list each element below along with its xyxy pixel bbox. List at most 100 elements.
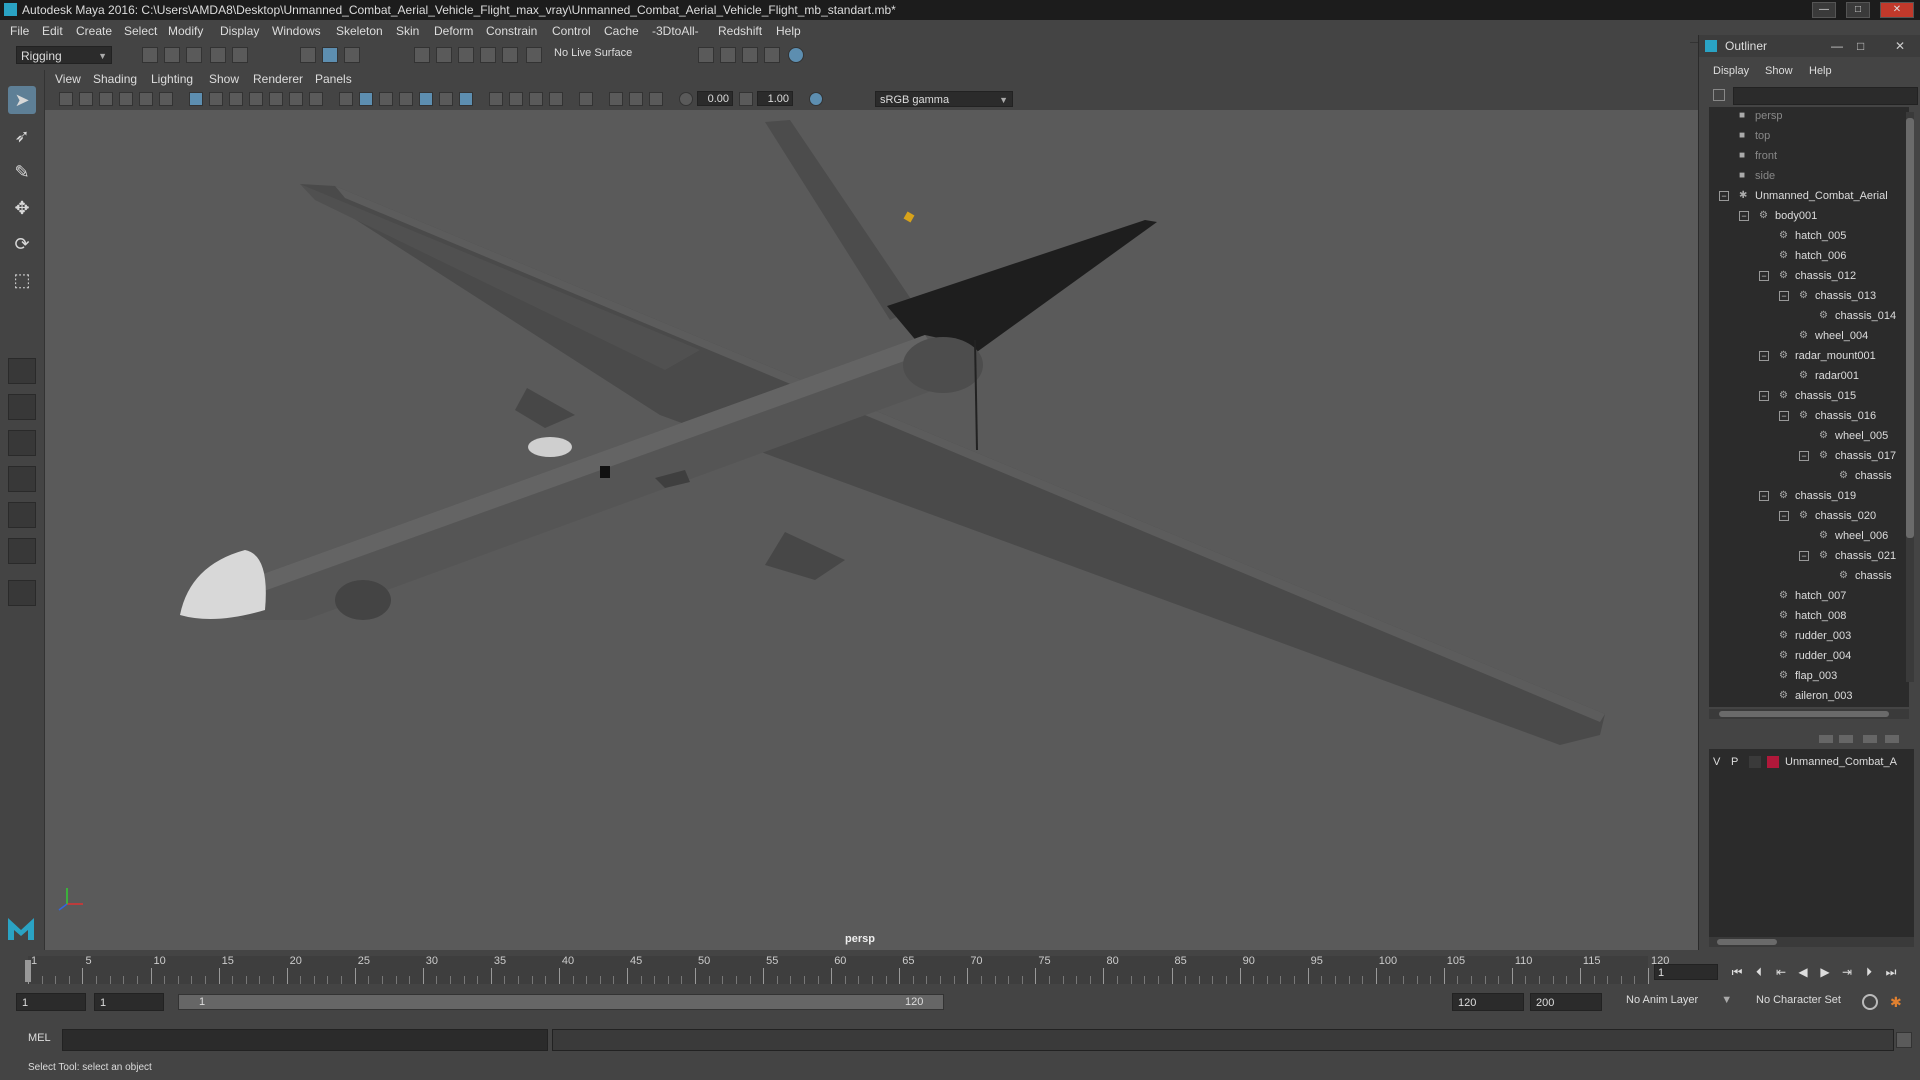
step-forward-key-icon[interactable]: ⇥ [1838, 964, 1856, 980]
menu-cache[interactable]: Cache [604, 24, 639, 38]
outliner-menu-display[interactable]: Display [1713, 65, 1749, 77]
depth-of-field-icon[interactable] [549, 92, 563, 106]
outliner-horizontal-scrollbar[interactable] [1709, 709, 1909, 719]
step-back-frame-icon[interactable]: ⏴ [1750, 964, 1768, 980]
menu-help[interactable]: Help [776, 24, 801, 38]
paint-select-tool[interactable]: ✎ [8, 158, 36, 186]
auto-key-icon[interactable] [1862, 994, 1878, 1010]
collapse-toggle-icon[interactable]: − [1779, 291, 1789, 301]
open-scene-icon[interactable] [164, 47, 180, 63]
exposure-field[interactable]: 0.00 [697, 91, 733, 106]
playback-end-field[interactable]: 120 [1452, 993, 1524, 1011]
xray-components-icon[interactable] [649, 92, 663, 106]
move-tool[interactable]: ✥ [8, 194, 36, 222]
safe-action-icon[interactable] [289, 92, 303, 106]
mel-label[interactable]: MEL [28, 1032, 51, 1044]
image-plane-icon[interactable] [119, 92, 133, 106]
menu-skeleton[interactable]: Skeleton [336, 24, 383, 38]
playback-start-field[interactable]: 1 [94, 993, 164, 1011]
show-manipulator-icon[interactable] [8, 358, 36, 384]
exposure-icon[interactable] [679, 92, 693, 106]
snap-grid-icon[interactable] [414, 47, 430, 63]
outliner-item[interactable]: ⚙ rudder_003 [1709, 627, 1909, 645]
film-gate-icon[interactable] [209, 92, 223, 106]
safe-title-icon[interactable] [309, 92, 323, 106]
view-transform-dropdown[interactable]: sRGB gamma ▼ [875, 91, 1013, 107]
script-editor-icon[interactable] [1896, 1032, 1912, 1048]
collapse-toggle-icon[interactable]: − [1759, 491, 1769, 501]
snap-curve-icon[interactable] [436, 47, 452, 63]
bookmark-icon[interactable] [99, 92, 113, 106]
use-all-lights-icon[interactable] [439, 92, 453, 106]
animation-start-field[interactable]: 1 [16, 993, 86, 1011]
motion-blur-icon[interactable] [509, 92, 523, 106]
camera-select-icon[interactable] [59, 92, 73, 106]
panel-menu-panels[interactable]: Panels [315, 72, 352, 86]
scroll-thumb[interactable] [1719, 711, 1889, 717]
menu-windows[interactable]: Windows [272, 24, 321, 38]
current-frame-field[interactable]: 1 [1654, 964, 1718, 980]
outliner-item[interactable]: ⚙ rudder_004 [1709, 647, 1909, 665]
snap-view-plane-icon[interactable] [480, 47, 496, 63]
shadows-icon[interactable] [459, 92, 473, 106]
select-object-icon[interactable] [322, 47, 338, 63]
collapse-toggle-icon[interactable]: − [1759, 271, 1769, 281]
layer-name[interactable]: Unmanned_Combat_A [1785, 753, 1897, 771]
outliner-item[interactable]: ⚙ wheel_006 [1709, 527, 1909, 545]
lasso-tool[interactable]: ➶ [8, 122, 36, 150]
step-back-key-icon[interactable]: ⇤ [1772, 964, 1790, 980]
outliner-item[interactable]: − ⚙ chassis_013 [1709, 287, 1909, 305]
rotate-tool[interactable]: ⟳ [8, 230, 36, 258]
layout-outliner-persp-icon[interactable] [8, 502, 36, 528]
outliner-item[interactable]: ⚙ chassis_014 [1709, 307, 1909, 325]
character-set-dropdown[interactable]: No Character Set [1756, 994, 1841, 1006]
outliner-item[interactable]: − ⚙ chassis_019 [1709, 487, 1909, 505]
collapse-toggle-icon[interactable]: − [1799, 551, 1809, 561]
select-tool[interactable]: ➤ [8, 86, 36, 114]
ipr-render-icon[interactable] [720, 47, 736, 63]
default-material-icon[interactable] [379, 92, 393, 106]
scale-tool[interactable]: ⬚ [8, 266, 36, 294]
menu-control[interactable]: Control [552, 24, 591, 38]
layout-custom-icon[interactable] [8, 580, 36, 606]
panel-menu-renderer[interactable]: Renderer [253, 72, 303, 86]
collapse-toggle-icon[interactable]: − [1759, 351, 1769, 361]
new-layer-icon[interactable] [1863, 735, 1877, 743]
outliner-item[interactable]: ⚙ radar001 [1709, 367, 1909, 385]
menu-edit[interactable]: Edit [42, 24, 63, 38]
resolution-gate-icon[interactable] [229, 92, 243, 106]
outliner-item[interactable]: ⚙ wheel_005 [1709, 427, 1909, 445]
save-scene-icon[interactable] [186, 47, 202, 63]
command-input[interactable] [62, 1029, 548, 1051]
outliner-item[interactable]: − ⚙ chassis_017 [1709, 447, 1909, 465]
outliner-item[interactable]: − ⚙ radar_mount001 [1709, 347, 1909, 365]
layout-two-panes-icon[interactable] [8, 430, 36, 456]
close-icon[interactable]: ✕ [1895, 35, 1905, 57]
anim-layer-dropdown[interactable]: No Anim Layer ▼ [1626, 994, 1732, 1006]
move-layer-up-icon[interactable] [1819, 735, 1833, 743]
wireframe-icon[interactable] [339, 92, 353, 106]
grid-icon[interactable] [189, 92, 203, 106]
collapse-toggle-icon[interactable]: − [1759, 391, 1769, 401]
outliner-tree[interactable]: ■ persp ■ top ■ front ■ side − ✱ Unmanned_Combat_A… [1709, 107, 1909, 707]
layer-color-swatch[interactable] [1767, 756, 1779, 768]
xray-icon[interactable] [609, 92, 623, 106]
redshift-icon[interactable] [788, 47, 804, 63]
playback-range-bar[interactable]: 1 120 [178, 994, 944, 1010]
display-layer-row[interactable]: V P Unmanned_Combat_A [1709, 753, 1914, 771]
outliner-item[interactable]: ⚙ hatch_005 [1709, 227, 1909, 245]
undo-icon[interactable] [210, 47, 226, 63]
gamma-icon[interactable] [739, 92, 753, 106]
collapse-toggle-icon[interactable]: − [1739, 211, 1749, 221]
menu-set-selector[interactable]: Rigging ▼ [16, 46, 112, 64]
outliner-item[interactable]: ⚙ wheel_004 [1709, 327, 1909, 345]
animation-preferences-icon[interactable]: ✱ [1890, 994, 1906, 1010]
outliner-item[interactable]: − ⚙ chassis_021 [1709, 547, 1909, 565]
redo-icon[interactable] [232, 47, 248, 63]
snap-point-icon[interactable] [458, 47, 474, 63]
render-frame-icon[interactable] [698, 47, 714, 63]
outliner-item[interactable]: ■ side [1709, 167, 1909, 185]
smooth-shade-icon[interactable] [359, 92, 373, 106]
field-chart-icon[interactable] [269, 92, 283, 106]
gamma-field[interactable]: 1.00 [757, 91, 793, 106]
